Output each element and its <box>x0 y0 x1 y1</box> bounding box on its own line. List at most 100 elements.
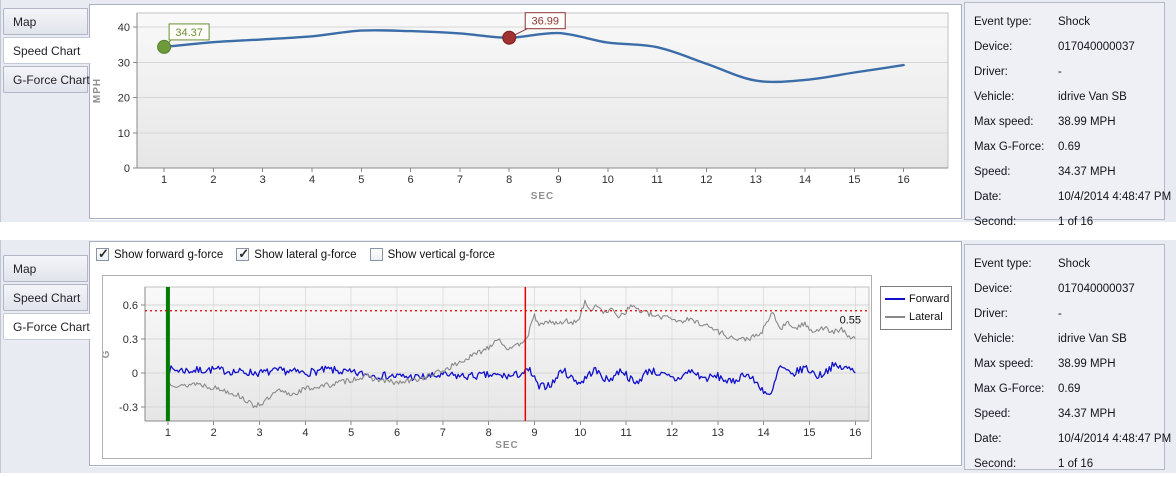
checkbox-label: Show forward g-force <box>114 249 223 261</box>
checkbox-icon[interactable] <box>236 248 249 261</box>
tab-speed-chart[interactable]: Speed Chart <box>3 284 88 311</box>
svg-text:7: 7 <box>440 427 446 439</box>
svg-text:10: 10 <box>118 128 130 140</box>
gforce-chart: -0.300.30.612345678910111213141516SECG0.… <box>103 276 871 458</box>
speed-chart: 01020304012345678910111213141516SECMPH34… <box>90 5 961 218</box>
svg-text:34.37: 34.37 <box>175 27 203 39</box>
svg-text:12: 12 <box>700 174 712 186</box>
svg-text:13: 13 <box>750 174 762 186</box>
event-info-panel-top: Event type:Shock Device:017040000037 Dri… <box>964 2 1165 220</box>
info-row: Event type:Shock <box>974 252 1164 277</box>
lateral-line-swatch <box>885 316 905 318</box>
gforce-chart-panel: Map Speed Chart G-Force Chart Show forwa… <box>0 240 1176 473</box>
info-row: Device:017040000037 <box>974 35 1164 60</box>
svg-text:36.99: 36.99 <box>531 16 559 28</box>
gforce-chart-container: Show forward g-force Show lateral g-forc… <box>89 241 962 466</box>
svg-text:10: 10 <box>602 174 614 186</box>
forward-line-swatch <box>885 298 905 300</box>
speed-chart-container: 01020304012345678910111213141516SECMPH34… <box>89 4 962 219</box>
svg-text:3: 3 <box>260 174 266 186</box>
svg-text:0: 0 <box>132 368 138 380</box>
info-row: Driver:- <box>974 302 1164 327</box>
svg-text:10: 10 <box>574 427 586 439</box>
svg-text:SEC: SEC <box>495 440 519 451</box>
svg-text:11: 11 <box>651 174 662 186</box>
info-row: Max speed:38.99 MPH <box>974 352 1164 377</box>
info-row: Max speed:38.99 MPH <box>974 110 1164 135</box>
info-row: Device:017040000037 <box>974 277 1164 302</box>
svg-text:14: 14 <box>799 174 811 186</box>
legend-entry-lateral: Lateral <box>881 308 951 326</box>
checkbox-label: Show vertical g-force <box>388 249 495 261</box>
svg-text:14: 14 <box>757 427 769 439</box>
svg-text:8: 8 <box>506 174 512 186</box>
svg-text:13: 13 <box>712 427 724 439</box>
legend-label: Forward <box>909 293 949 305</box>
checkbox-label: Show lateral g-force <box>254 249 356 261</box>
info-row: Max G-Force:0.69 <box>974 377 1164 402</box>
tab-gforce-chart[interactable]: G-Force Chart <box>3 66 88 93</box>
svg-text:-0.3: -0.3 <box>119 402 138 414</box>
speed-chart-panel: Map Speed Chart G-Force Chart 0 10 20 30 40 1… <box>0 0 1176 222</box>
svg-text:6: 6 <box>394 427 400 439</box>
svg-text:2: 2 <box>211 427 217 439</box>
svg-text:20: 20 <box>118 93 130 105</box>
info-row: Speed:34.37 MPH <box>974 402 1164 427</box>
event-info-panel-bottom: Event type:Shock Device:017040000037 Dri… <box>964 244 1165 470</box>
info-row: Vehicle:idrive Van SB <box>974 85 1164 110</box>
svg-text:3: 3 <box>256 427 262 439</box>
info-row: Second:1 of 16 <box>974 210 1164 235</box>
gforce-plot-frame: -0.300.30.612345678910111213141516SECG0.… <box>102 275 872 459</box>
svg-text:9: 9 <box>555 174 561 186</box>
svg-text:0: 0 <box>124 163 130 175</box>
info-row: Vehicle:idrive Van SB <box>974 327 1164 352</box>
svg-text:0.6: 0.6 <box>123 300 138 312</box>
svg-text:9: 9 <box>531 427 537 439</box>
svg-text:16: 16 <box>849 427 861 439</box>
svg-text:MPH: MPH <box>92 78 103 103</box>
gforce-checkbox-row: Show forward g-force Show lateral g-forc… <box>96 248 495 261</box>
svg-text:12: 12 <box>666 427 678 439</box>
svg-text:15: 15 <box>803 427 815 439</box>
svg-text:5: 5 <box>348 427 354 439</box>
svg-text:40: 40 <box>118 22 130 34</box>
checkbox-show-forward-gforce[interactable]: Show forward g-force <box>96 248 223 261</box>
checkbox-show-vertical-gforce[interactable]: Show vertical g-force <box>370 248 495 261</box>
tab-map[interactable]: Map <box>3 8 88 35</box>
svg-text:11: 11 <box>620 427 631 439</box>
tab-map[interactable]: Map <box>3 255 88 282</box>
svg-text:4: 4 <box>302 427 308 439</box>
svg-text:G: G <box>103 350 112 359</box>
checkbox-icon[interactable] <box>370 248 383 261</box>
svg-text:16: 16 <box>898 174 910 186</box>
svg-text:30: 30 <box>118 57 130 69</box>
info-row: Max G-Force:0.69 <box>974 135 1164 160</box>
svg-text:1: 1 <box>161 174 167 186</box>
info-row: Speed:34.37 MPH <box>974 160 1164 185</box>
info-row: Date:10/4/2014 4:48:47 PM <box>974 185 1164 210</box>
gforce-legend: Forward Lateral <box>880 286 952 330</box>
info-row: Event type:Shock <box>974 10 1164 35</box>
svg-text:SEC: SEC <box>531 191 555 202</box>
tab-strip-bottom: Map Speed Chart G-Force Chart <box>3 255 88 342</box>
svg-text:7: 7 <box>457 174 463 186</box>
info-row: Second:1 of 16 <box>974 452 1164 477</box>
tab-speed-chart[interactable]: Speed Chart <box>3 37 91 64</box>
svg-text:2: 2 <box>210 174 216 186</box>
tab-gforce-chart[interactable]: G-Force Chart <box>3 313 91 340</box>
legend-entry-forward: Forward <box>881 290 951 308</box>
svg-text:0.3: 0.3 <box>123 334 138 346</box>
svg-text:15: 15 <box>848 174 860 186</box>
checkbox-show-lateral-gforce[interactable]: Show lateral g-force <box>236 248 356 261</box>
svg-text:8: 8 <box>486 427 492 439</box>
svg-text:0.55: 0.55 <box>840 315 861 327</box>
checkbox-icon[interactable] <box>96 248 109 261</box>
svg-text:5: 5 <box>358 174 364 186</box>
tab-strip-top: Map Speed Chart G-Force Chart <box>3 8 88 95</box>
info-row: Driver:- <box>974 60 1164 85</box>
legend-label: Lateral <box>909 311 943 323</box>
info-row: Date:10/4/2014 4:48:47 PM <box>974 427 1164 452</box>
svg-text:6: 6 <box>408 174 414 186</box>
svg-text:1: 1 <box>165 427 171 439</box>
svg-text:4: 4 <box>309 174 315 186</box>
